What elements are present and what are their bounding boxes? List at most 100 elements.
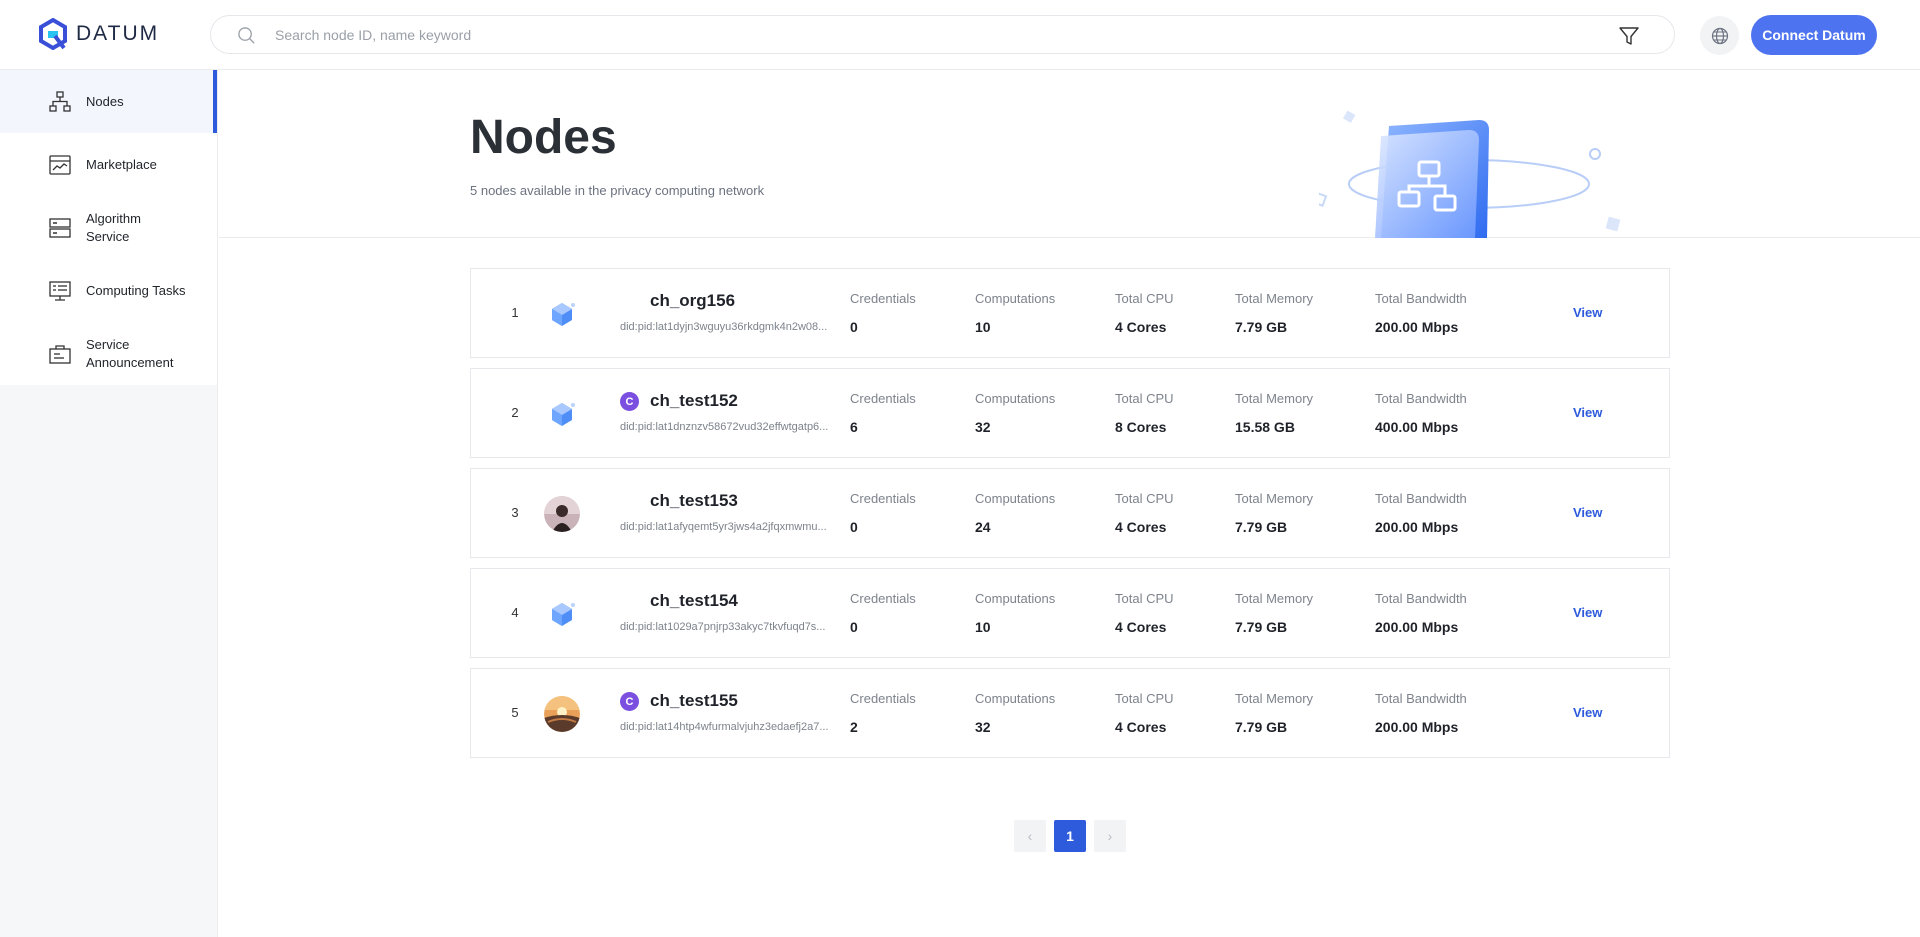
search-input[interactable]	[275, 24, 1575, 46]
computations-label: Computations	[975, 491, 1056, 506]
sidebar: Nodes Marketplace Algorithm Service Comp…	[0, 70, 218, 937]
node-avatar	[544, 696, 580, 732]
node-name: ch_test155	[650, 691, 738, 710]
computations-label: Computations	[975, 691, 1056, 706]
memory-stat: Total Memory 15.58 GB	[1235, 391, 1313, 435]
computations-value: 10	[975, 619, 991, 635]
next-page-button[interactable]: ›	[1094, 820, 1126, 852]
nodes-illustration	[1319, 110, 1621, 238]
sidebar-item-marketplace[interactable]: Marketplace	[0, 133, 217, 196]
cpu-stat: Total CPU 4 Cores	[1115, 491, 1174, 535]
cpu-stat: Total CPU 4 Cores	[1115, 591, 1174, 635]
marketplace-icon	[49, 154, 71, 175]
node-did: did:pid:lat1029a7pnjrp33akyc7tkvfuqd7s..…	[620, 621, 826, 633]
computations-label: Computations	[975, 391, 1056, 406]
sidebar-item-label: Marketplace	[86, 156, 157, 172]
top-header: DATUM Connect Datum	[0, 0, 1920, 70]
cpu-value: 4 Cores	[1115, 719, 1167, 735]
bandwidth-label: Total Bandwidth	[1375, 491, 1467, 506]
credentials-label: Credentials	[850, 391, 916, 406]
row-index: 4	[511, 605, 519, 620]
node-row: 4 ch_test154 did:pid:lat1029a7pnjrp33aky…	[470, 568, 1670, 658]
node-row: 3 ch_test153 did:pid:lat1afyqemt5yr3jws4…	[470, 468, 1670, 558]
memory-value: 7.79 GB	[1235, 519, 1288, 535]
brand-name: DATUM	[76, 22, 160, 45]
cpu-label: Total CPU	[1115, 391, 1174, 406]
credentials-label: Credentials	[850, 591, 916, 606]
bandwidth-stat: Total Bandwidth 400.00 Mbps	[1375, 391, 1467, 435]
memory-label: Total Memory	[1235, 691, 1314, 706]
row-index: 1	[511, 305, 519, 320]
page-subtitle: 5 nodes available in the privacy computi…	[470, 183, 765, 198]
datum-logo[interactable]: DATUM	[38, 18, 159, 50]
computations-stat: Computations 10	[975, 591, 1055, 635]
credentials-stat: Credentials 0	[850, 291, 916, 335]
sidebar-item-nodes[interactable]: Nodes	[0, 70, 217, 133]
cpu-value: 4 Cores	[1115, 319, 1167, 335]
node-row: 2 C ch_test152 did:pid:lat1dnznzv58672vu…	[470, 368, 1670, 458]
prev-page-button[interactable]: ‹	[1014, 820, 1046, 852]
computations-value: 32	[975, 719, 991, 735]
cpu-label: Total CPU	[1115, 491, 1174, 506]
node-name: ch_org156	[650, 291, 736, 310]
computations-value: 24	[975, 519, 991, 535]
globe-icon	[1711, 27, 1728, 44]
memory-value: 7.79 GB	[1235, 719, 1288, 735]
memory-label: Total Memory	[1235, 391, 1314, 406]
node-avatar	[544, 296, 580, 332]
node-row: 5 C ch_test155 did:pid:lat14htp4wfurmalv…	[470, 668, 1670, 758]
page-number-current[interactable]: 1	[1054, 820, 1086, 852]
memory-label: Total Memory	[1235, 591, 1314, 606]
memory-stat: Total Memory 7.79 GB	[1235, 491, 1313, 535]
sidebar-item-algorithm-service[interactable]: Algorithm Service	[0, 196, 217, 259]
view-node-link[interactable]: View	[1573, 305, 1602, 320]
bandwidth-value: 200.00 Mbps	[1375, 719, 1459, 735]
sidebar-item-label: Service Announcement	[86, 336, 174, 370]
search-icon	[238, 27, 255, 44]
search-bar	[210, 15, 1675, 54]
cpu-value: 4 Cores	[1115, 619, 1167, 635]
sidebar-item-label: Computing Tasks	[86, 282, 186, 298]
algorithm-service-icon	[49, 217, 71, 238]
sidebar-item-computing-tasks[interactable]: Computing Tasks	[0, 259, 217, 322]
credentials-label: Credentials	[850, 491, 916, 506]
credential-badge: C	[620, 392, 639, 411]
connect-datum-button[interactable]: Connect Datum	[1751, 15, 1877, 55]
memory-label: Total Memory	[1235, 491, 1314, 506]
bandwidth-value: 200.00 Mbps	[1375, 319, 1459, 335]
bandwidth-stat: Total Bandwidth 200.00 Mbps	[1375, 691, 1467, 735]
node-name: ch_test152	[650, 391, 738, 410]
credentials-value: 6	[850, 419, 858, 435]
row-index: 5	[511, 705, 519, 720]
bandwidth-label: Total Bandwidth	[1375, 291, 1467, 306]
sidebar-item-label: Nodes	[86, 93, 124, 109]
computations-label: Computations	[975, 591, 1056, 606]
memory-label: Total Memory	[1235, 291, 1314, 306]
credentials-stat: Credentials 0	[850, 591, 916, 635]
node-avatar	[544, 396, 580, 432]
memory-stat: Total Memory 7.79 GB	[1235, 591, 1313, 635]
node-did: did:pid:lat14htp4wfurmalvjuhz3edaefj2a7.…	[620, 721, 829, 733]
language-button[interactable]	[1700, 16, 1739, 55]
node-did: did:pid:lat1dnznzv58672vud32effwtgatp6..…	[620, 421, 829, 433]
credentials-stat: Credentials 6	[850, 391, 916, 435]
node-list: 1 ch_org156 did:pid:lat1dyjn3wguyu36rkdg…	[470, 268, 1670, 768]
view-node-link[interactable]: View	[1573, 605, 1602, 620]
computing-tasks-icon	[49, 280, 71, 301]
node-did: did:pid:lat1afyqemt5yr3jws4a2jfqxmwmu...	[620, 521, 827, 533]
memory-stat: Total Memory 7.79 GB	[1235, 291, 1313, 335]
page-title: Nodes	[470, 111, 617, 164]
sidebar-item-service-announcement[interactable]: Service Announcement	[0, 322, 217, 385]
row-index: 3	[511, 505, 519, 520]
view-node-link[interactable]: View	[1573, 405, 1602, 420]
cpu-label: Total CPU	[1115, 691, 1174, 706]
credentials-value: 0	[850, 319, 858, 335]
cpu-stat: Total CPU 8 Cores	[1115, 391, 1174, 435]
bandwidth-stat: Total Bandwidth 200.00 Mbps	[1375, 291, 1467, 335]
view-node-link[interactable]: View	[1573, 705, 1602, 720]
view-node-link[interactable]: View	[1573, 505, 1602, 520]
credentials-label: Credentials	[850, 691, 916, 706]
bandwidth-label: Total Bandwidth	[1375, 391, 1467, 406]
row-index: 2	[511, 405, 519, 420]
filter-icon[interactable]	[1618, 25, 1640, 47]
